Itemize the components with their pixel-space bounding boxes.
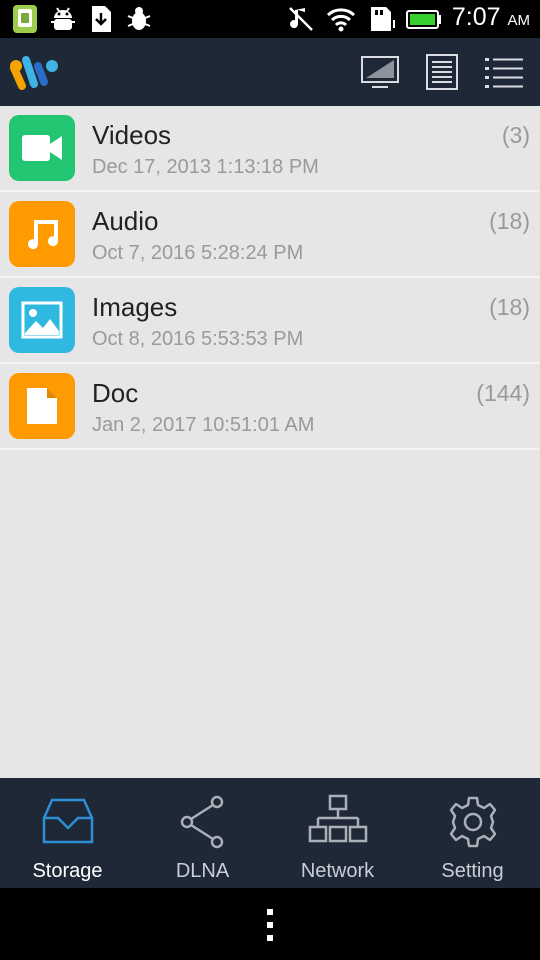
storage-category-list: Videos Dec 17, 2013 1:13:18 PM (3) Audio… (0, 106, 540, 778)
list-item-count: (18) (489, 294, 530, 320)
list-item-date: Dec 17, 2013 1:13:18 PM (92, 156, 319, 178)
list-item-count: (18) (489, 208, 530, 234)
document-list-icon[interactable] (422, 54, 462, 90)
tab-label: Network (300, 860, 375, 882)
list-item-count: (3) (501, 122, 530, 148)
list-item-doc[interactable]: Doc Jan 2, 2017 10:51:01 AM (144) (0, 364, 540, 450)
battery-icon (405, 10, 441, 29)
tab-dlna[interactable]: DLNA (135, 778, 270, 888)
list-item-audio[interactable]: Audio Oct 7, 2016 5:28:24 PM (18) (0, 192, 540, 278)
system-navigation-bar (0, 888, 540, 960)
list-item-count: (144) (476, 380, 530, 406)
music-note-icon (9, 201, 75, 267)
menu-list-icon[interactable] (484, 54, 524, 90)
list-item-title: Images (92, 292, 178, 322)
list-item-title: Videos (92, 120, 172, 150)
network-icon (308, 794, 367, 843)
clock-ampm: AM (507, 12, 531, 29)
tab-label: Setting (441, 860, 504, 882)
status-clock: 7:07 AM (452, 2, 530, 36)
muted-music-icon (288, 7, 313, 31)
status-bar: 7:07 AM (0, 0, 540, 38)
tab-network[interactable]: Network (270, 778, 405, 888)
list-item-title: Audio (92, 206, 159, 236)
screen-icon[interactable] (360, 54, 400, 90)
share-icon (180, 795, 223, 849)
image-icon (9, 287, 75, 353)
tab-storage[interactable]: Storage (0, 778, 135, 888)
bottom-navigation: Storage DLNA Network Setting (0, 778, 540, 888)
overflow-menu-icon[interactable] (266, 908, 274, 942)
list-item-title: Doc (92, 378, 139, 408)
gear-icon (449, 796, 496, 848)
list-item-date: Jan 2, 2017 10:51:01 AM (92, 414, 315, 436)
list-item-date: Oct 8, 2016 5:53:53 PM (92, 328, 304, 350)
bug-icon (127, 7, 151, 30)
wifi-icon (326, 8, 355, 32)
app-notification-icon (13, 5, 37, 33)
app-logo-icon[interactable] (8, 52, 64, 92)
list-item-images[interactable]: Images Oct 8, 2016 5:53:53 PM (18) (0, 278, 540, 364)
android-debug-icon (51, 7, 75, 30)
download-file-icon (92, 6, 111, 32)
video-camera-icon (9, 115, 75, 181)
app-bar (0, 38, 540, 106)
clock-time: 7:07 (451, 3, 501, 31)
list-item-date: Oct 7, 2016 5:28:24 PM (92, 242, 304, 264)
tab-label: DLNA (175, 860, 230, 882)
sd-card-icon (370, 7, 395, 31)
tab-setting[interactable]: Setting (405, 778, 540, 888)
inbox-tray-icon (42, 798, 93, 844)
tab-label: Storage (32, 860, 103, 882)
document-icon (9, 373, 75, 439)
list-item-videos[interactable]: Videos Dec 17, 2013 1:13:18 PM (3) (0, 106, 540, 192)
